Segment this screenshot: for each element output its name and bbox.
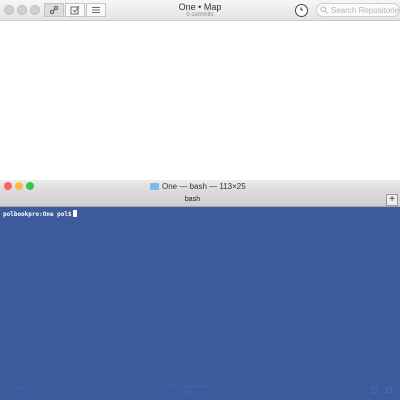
background-show-label: Show [14, 386, 27, 392]
folder-icon [150, 183, 159, 190]
history-view-button[interactable] [44, 3, 64, 17]
text-cursor [72, 210, 77, 217]
terminal-titlebar[interactable]: One — bash — 113×25 [0, 180, 400, 193]
terminal-tabbar: bash + [0, 193, 400, 207]
background-info-icon [386, 387, 392, 393]
zoom-button[interactable] [30, 5, 40, 15]
shell-prompt-text: polbookpro:One pol$ [3, 211, 72, 218]
background-settings-icon [372, 387, 378, 393]
terminal-close-button[interactable] [4, 182, 12, 190]
list-view-button[interactable] [86, 3, 106, 17]
changes-view-icon [70, 5, 80, 15]
terminal-window: One — bash — 113×25 bash + polbookpro:On… [0, 180, 400, 400]
background-branch-status: Not on any branch Sync [168, 384, 209, 396]
new-tab-button[interactable]: + [386, 194, 398, 206]
app-toolbar: One • Map 0 commits [0, 0, 400, 21]
history-view-icon [49, 5, 59, 15]
list-view-icon [92, 7, 100, 13]
terminal-content[interactable]: polbookpro:One pol$ [0, 207, 400, 400]
terminal-title-text: One — bash — 113×25 [162, 182, 246, 191]
app-window: One • Map 0 commits [0, 0, 400, 180]
tab-bash[interactable]: bash [0, 193, 385, 207]
background-sync-line: Sync [182, 390, 194, 396]
terminal-title: One — bash — 113×25 [150, 181, 280, 192]
changes-view-button[interactable] [65, 3, 85, 17]
shell-prompt: polbookpro:One pol$ [3, 210, 77, 219]
commit-count: 0 commits [186, 12, 214, 18]
search-icon [320, 6, 328, 14]
clock-icon [300, 7, 303, 11]
minimize-button[interactable] [17, 5, 27, 15]
search-input[interactable] [331, 4, 399, 16]
search-repositories[interactable] [316, 3, 400, 17]
sync-history-button[interactable] [295, 4, 308, 17]
close-button[interactable] [4, 5, 14, 15]
terminal-zoom-button[interactable] [26, 182, 34, 190]
terminal-minimize-button[interactable] [15, 182, 23, 190]
repository-title: One • Map [178, 2, 222, 12]
